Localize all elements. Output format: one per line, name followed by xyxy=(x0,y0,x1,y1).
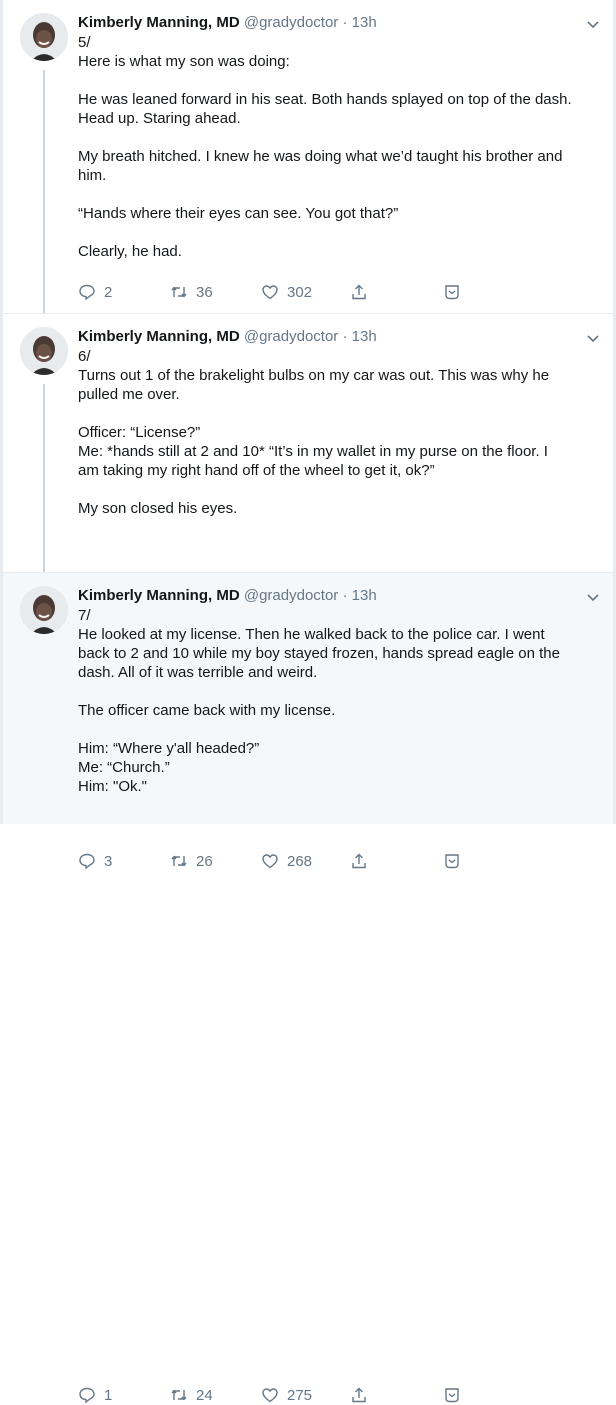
like-button[interactable]: 275 xyxy=(261,1385,312,1405)
reply-count: 1 xyxy=(104,1386,113,1404)
timestamp[interactable]: 13h xyxy=(352,14,377,31)
text-line: Me: “Church.” xyxy=(78,759,170,776)
tweet-5[interactable]: Kimberly Manning, MD @gradydoctor · 13h … xyxy=(3,0,613,314)
tweet-content: Kimberly Manning, MD @gradydoctor · 13h … xyxy=(78,586,599,796)
separator: · xyxy=(342,328,348,345)
text-line: pulled me over. xyxy=(78,386,180,403)
share-icon xyxy=(352,853,366,869)
text-line: Him: "Ok." xyxy=(78,778,147,795)
heart-icon xyxy=(262,285,278,300)
author-name[interactable]: Kimberly Manning, MD xyxy=(78,587,240,604)
text-line: 7/ xyxy=(78,607,91,624)
text-line: He looked at my license. Then he walked … xyxy=(78,626,545,643)
reply-count: 3 xyxy=(104,852,113,870)
author-handle[interactable]: @gradydoctor xyxy=(244,587,338,604)
timestamp[interactable]: 13h xyxy=(352,328,377,345)
tweet-content: Kimberly Manning, MD @gradydoctor · 13h … xyxy=(78,13,599,261)
chevron-down-icon[interactable] xyxy=(586,17,600,31)
text-line: My breath hitched. I knew he was doing w… xyxy=(78,148,563,165)
like-button[interactable]: 268 xyxy=(261,851,312,871)
author-name[interactable]: Kimberly Manning, MD xyxy=(78,328,240,345)
chevron-down-icon[interactable] xyxy=(586,590,600,604)
bookmark-button[interactable] xyxy=(443,1385,461,1405)
retweet-icon xyxy=(171,855,187,867)
bookmark-icon xyxy=(445,1388,459,1403)
share-icon xyxy=(352,284,366,300)
share-button[interactable] xyxy=(350,282,368,302)
tweet-header: Kimberly Manning, MD @gradydoctor · 13h xyxy=(78,327,599,347)
like-count: 302 xyxy=(287,283,313,301)
like-count: 275 xyxy=(287,1386,313,1404)
chevron-down-icon[interactable] xyxy=(586,331,600,345)
tweet-header: Kimberly Manning, MD @gradydoctor · 13h xyxy=(78,586,599,606)
tweet-text: 6/ Turns out 1 of the brakelight bulbs o… xyxy=(78,347,585,518)
tweet-text: 5/ Here is what my son was doing: He was… xyxy=(78,33,585,261)
heart-icon xyxy=(262,1388,278,1403)
retweet-icon xyxy=(171,286,187,298)
text-line: “Hands where their eyes can see. You got… xyxy=(78,205,399,222)
text-line: am taking my right hand off of the wheel… xyxy=(78,462,435,479)
bookmark-button[interactable] xyxy=(443,851,461,871)
tweet-text: 7/ He looked at my license. Then he walk… xyxy=(78,606,585,796)
text-line: dash. All of it was terrible and weird. xyxy=(78,664,318,681)
reply-button[interactable]: 1 xyxy=(78,1385,112,1405)
tweet-content: Kimberly Manning, MD @gradydoctor · 13h … xyxy=(78,327,599,518)
retweet-count: 26 xyxy=(196,852,213,870)
like-button[interactable]: 302 xyxy=(261,282,312,302)
like-count: 268 xyxy=(287,852,313,870)
author-handle[interactable]: @gradydoctor xyxy=(244,328,338,345)
share-button[interactable] xyxy=(350,1385,368,1405)
tweet-header: Kimberly Manning, MD @gradydoctor · 13h xyxy=(78,13,599,33)
text-line: him. xyxy=(78,167,107,184)
reply-button[interactable]: 3 xyxy=(78,851,112,871)
thread-line xyxy=(43,70,45,313)
bookmark-icon xyxy=(445,285,459,300)
reply-count: 2 xyxy=(104,283,113,301)
avatar[interactable] xyxy=(20,327,68,375)
text-line: Head up. Staring ahead. xyxy=(78,110,241,127)
text-line: Here is what my son was doing: xyxy=(78,53,290,70)
bookmark-button[interactable] xyxy=(443,282,461,302)
bookmark-icon xyxy=(445,854,459,869)
text-line: 5/ xyxy=(78,34,91,51)
text-line: The officer came back with my license. xyxy=(78,702,336,719)
thread-line xyxy=(43,384,45,572)
avatar[interactable] xyxy=(20,586,68,634)
author-handle[interactable]: @gradydoctor xyxy=(244,14,338,31)
heart-icon xyxy=(262,854,278,869)
text-line: Clearly, he had. xyxy=(78,243,182,260)
share-icon xyxy=(352,1387,366,1403)
text-line: Turns out 1 of the brakelight bulbs on m… xyxy=(78,367,550,384)
text-line: Him: “Where y'all headed?” xyxy=(78,740,260,757)
retweet-icon xyxy=(171,1389,187,1401)
retweet-button[interactable]: 26 xyxy=(170,851,213,871)
text-line: back to 2 and 10 while my boy stayed fro… xyxy=(78,645,560,662)
retweet-count: 36 xyxy=(196,283,213,301)
separator: · xyxy=(342,14,348,31)
retweet-button[interactable]: 24 xyxy=(170,1385,213,1405)
text-line: He was leaned forward in his seat. Both … xyxy=(78,91,572,108)
reply-icon xyxy=(79,853,95,870)
reply-icon xyxy=(79,1387,95,1404)
timestamp[interactable]: 13h xyxy=(352,587,377,604)
reply-icon xyxy=(79,284,95,301)
reply-button[interactable]: 2 xyxy=(78,282,112,302)
retweet-count: 24 xyxy=(196,1386,213,1404)
text-line: My son closed his eyes. xyxy=(78,500,238,517)
text-line: Officer: “License?” xyxy=(78,424,201,441)
share-button[interactable] xyxy=(350,851,368,871)
separator: · xyxy=(342,587,348,604)
tweet-6[interactable]: Kimberly Manning, MD @gradydoctor · 13h … xyxy=(3,314,613,870)
author-name[interactable]: Kimberly Manning, MD xyxy=(78,14,240,31)
text-line: Me: *hands still at 2 and 10* “It’s in m… xyxy=(78,443,548,460)
retweet-button[interactable]: 36 xyxy=(170,282,213,302)
tweet-7[interactable]: Kimberly Manning, MD @gradydoctor · 13h … xyxy=(3,573,613,1404)
text-line: 6/ xyxy=(78,348,91,365)
avatar[interactable] xyxy=(20,13,68,61)
